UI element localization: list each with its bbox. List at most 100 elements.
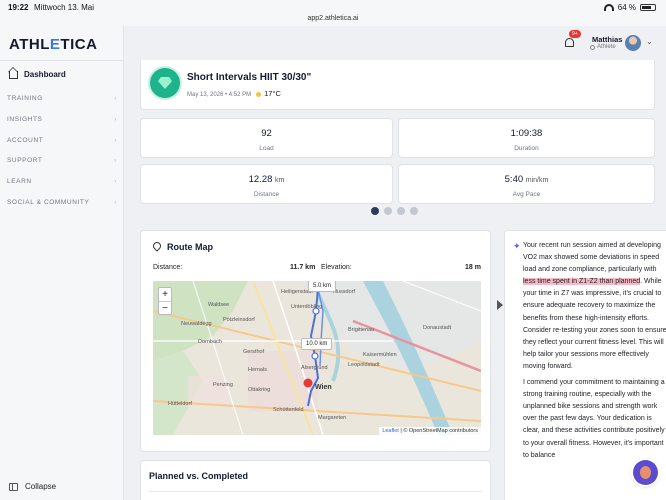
battery-indicator: 64 % xyxy=(603,3,656,12)
address-bar[interactable]: app2.athletica.ai xyxy=(0,13,666,26)
chevron-right-icon: › xyxy=(114,157,117,164)
sidebar-item-insights[interactable]: INSIGHTS › xyxy=(7,116,117,123)
battery-percent: 64 % xyxy=(617,3,636,12)
stat-value: 12.28 km xyxy=(248,174,285,185)
map-place-label: Pötzleinsdorf xyxy=(223,317,255,323)
zoom-out-button[interactable]: − xyxy=(159,302,171,316)
user-name[interactable]: Matthias xyxy=(592,35,622,44)
map-attribution: Leaflet | © OpenStreetMap contributors xyxy=(379,427,481,435)
map-place-label: Hütteldorf xyxy=(168,401,192,407)
activity-date: May 13, 2026 • 4:52 PM xyxy=(187,92,252,98)
map-place-label: Kaisermühlen xyxy=(363,352,397,358)
osm-attribution[interactable]: | © OpenStreetMap contributors xyxy=(400,428,478,434)
map-place-label: Gersthof xyxy=(243,349,265,355)
stat-label: Distance xyxy=(253,191,280,198)
map-place-label: Leopoldstadt xyxy=(348,362,380,368)
sidebar-divider xyxy=(0,60,123,61)
stat-label: Load xyxy=(259,145,274,152)
carousel-dot[interactable] xyxy=(384,207,392,215)
athlete-icon xyxy=(590,44,595,50)
sidebar-toggle-icon xyxy=(9,482,18,491)
sidebar-item-social[interactable]: SOCIAL & COMMUNITY › xyxy=(7,199,117,206)
chevron-right-icon: › xyxy=(114,178,117,185)
leaflet-link[interactable]: Leaflet xyxy=(382,428,399,434)
collapse-label: Collapse xyxy=(25,482,57,491)
map-place-label: Brigittenau xyxy=(348,327,374,333)
status-time: 19:22 xyxy=(8,3,29,12)
route-waypoint[interactable] xyxy=(311,352,319,360)
activity-temperature: 17°C xyxy=(264,89,281,98)
insight-paragraph: I commend your commitment to maintaining… xyxy=(523,379,665,459)
distance-label: Distance: xyxy=(153,264,183,271)
route-map-title: Route Map xyxy=(167,242,213,252)
km-marker-5[interactable]: 5.0 km xyxy=(308,281,337,292)
diamond-badge-icon xyxy=(150,68,180,98)
map-place-label: Neuwaldegg xyxy=(181,321,212,327)
expand-arrow-icon[interactable] xyxy=(497,300,503,310)
carousel-dot[interactable] xyxy=(410,207,418,215)
carousel-dot[interactable] xyxy=(397,207,405,215)
insight-highlight: less time spent in Z1-Z2 than planned xyxy=(523,278,641,286)
distance-value: 11.7 km xyxy=(290,264,316,271)
stat-card-duration: 1:09:38 Duration xyxy=(398,118,655,158)
bell-icon[interactable] xyxy=(565,38,574,47)
section-divider xyxy=(149,491,482,492)
assistant-chat-button[interactable] xyxy=(633,460,658,485)
route-map-card: Route Map Distance: 11.7 km Elevation: 1… xyxy=(140,230,491,452)
map-place-label: Dornbach xyxy=(198,339,222,345)
chevron-right-icon: › xyxy=(114,95,117,102)
sidebar: ATHLETICA Dashboard TRAINING › INSIGHTS › … xyxy=(0,26,124,500)
map-place-label: Nussdorf xyxy=(333,289,355,295)
map-place-label: Ottakring xyxy=(248,387,270,393)
sidebar-item-account[interactable]: ACCOUNT › xyxy=(7,137,117,144)
map-tiles: Heiligenstadt Unterdöbling Neuwaldegg Pö… xyxy=(153,281,481,435)
map-place-label: Waldsee xyxy=(208,302,229,308)
stat-value: 5:40 min/km xyxy=(504,174,549,185)
notification-badge: 9+ xyxy=(569,30,581,38)
chevron-down-icon[interactable]: ⌄ xyxy=(646,37,653,46)
map-pin-icon xyxy=(151,240,163,252)
sidebar-item-dashboard[interactable]: Dashboard xyxy=(9,70,66,79)
elevation-value: 18 m xyxy=(465,264,481,271)
stat-value: 92 xyxy=(261,128,272,139)
top-header: 9+ Matthias Athlete ⌄ xyxy=(124,26,666,60)
stat-card-distance: 12.28 km Distance xyxy=(140,164,393,204)
stat-value: 1:09:38 xyxy=(510,128,543,139)
map-place-label: Alsergrund xyxy=(301,365,328,371)
status-bar: 19:22 Mittwoch 13. Mai 64 % xyxy=(0,0,666,14)
battery-icon xyxy=(640,4,656,11)
planned-vs-completed-card: Planned vs. Completed xyxy=(140,460,491,500)
map-zoom-control: + − xyxy=(158,287,172,315)
stat-card-load: 92 Load xyxy=(140,118,393,158)
wifi-icon xyxy=(603,4,614,11)
carousel-dot[interactable] xyxy=(371,207,379,215)
elevation-label: Elevation: xyxy=(321,264,352,271)
zoom-in-button[interactable]: + xyxy=(159,288,171,302)
app-logo[interactable]: ATHLETICA xyxy=(9,36,97,53)
sidebar-item-training[interactable]: TRAINING › xyxy=(7,95,117,102)
stat-label: Duration xyxy=(514,145,539,152)
map-place-label: Schüttenfeld xyxy=(273,407,304,413)
insight-paragraph: Your recent run session aimed at develop… xyxy=(523,242,666,370)
sparkle-icon: ✦ xyxy=(513,241,521,251)
sidebar-item-support[interactable]: SUPPORT › xyxy=(7,157,117,164)
sidebar-item-learn[interactable]: LEARN › xyxy=(7,178,117,185)
user-role: Athlete xyxy=(590,44,616,50)
route-end-marker[interactable] xyxy=(303,378,313,388)
km-marker-10[interactable]: 10.0 km xyxy=(301,338,333,350)
avatar[interactable] xyxy=(625,35,641,51)
route-map[interactable]: Heiligenstadt Unterdöbling Neuwaldegg Pö… xyxy=(153,281,481,435)
activity-meta: May 13, 2026 • 4:52 PM 17°C xyxy=(187,89,281,98)
stat-label: Avg Pace xyxy=(512,191,541,198)
chevron-right-icon: › xyxy=(114,137,117,144)
sun-icon xyxy=(256,91,262,97)
activity-title: Short Intervals HIIT 30/30" xyxy=(187,72,312,83)
home-icon xyxy=(9,70,18,79)
map-place-label: Penzing xyxy=(213,382,233,388)
map-place-label: Hernals xyxy=(248,367,267,373)
sidebar-item-label: Dashboard xyxy=(24,70,66,79)
map-place-label: Unterdöbling xyxy=(291,304,322,310)
stat-card-avg-pace: 5:40 min/km Avg Pace xyxy=(398,164,655,204)
carousel-dots xyxy=(371,207,418,215)
collapse-button[interactable]: Collapse xyxy=(9,482,56,491)
